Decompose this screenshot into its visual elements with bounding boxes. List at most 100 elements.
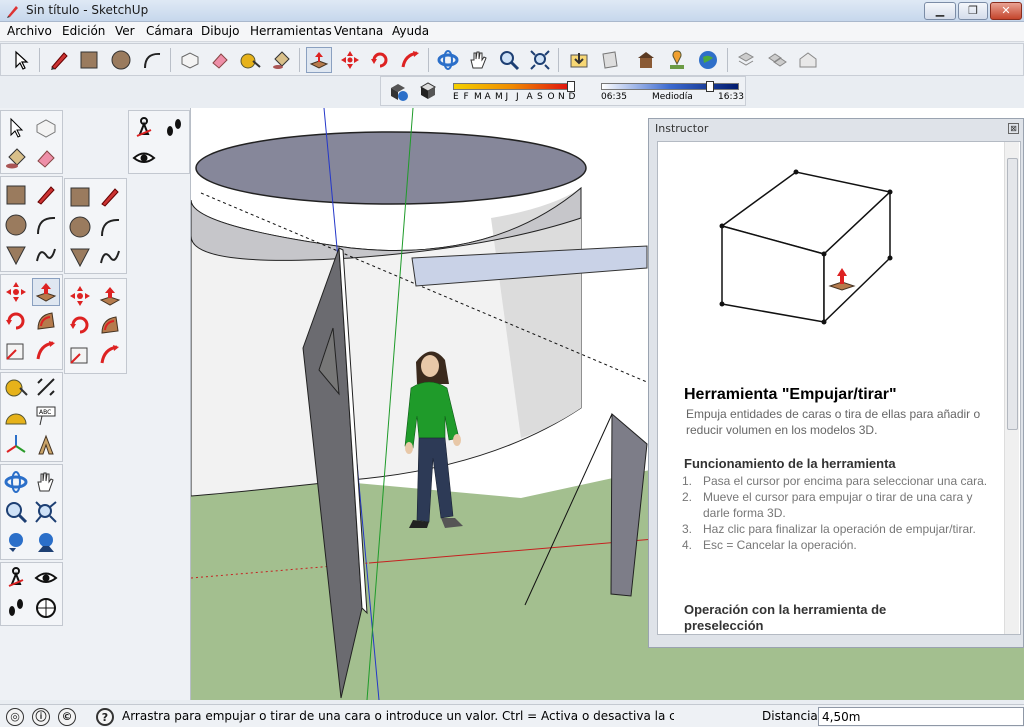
look-around-button-2[interactable] bbox=[32, 564, 60, 592]
look-around-button[interactable] bbox=[130, 144, 158, 172]
walk-tool-button-2[interactable] bbox=[2, 594, 30, 622]
add-location-button[interactable] bbox=[664, 47, 690, 73]
eraser-tool-button[interactable] bbox=[207, 47, 233, 73]
orbit-tool-button[interactable] bbox=[2, 468, 30, 496]
line-tool-button[interactable] bbox=[46, 47, 72, 73]
arc-tool-button[interactable] bbox=[32, 211, 60, 239]
components-button[interactable] bbox=[764, 47, 790, 73]
instructor-scrollbar[interactable] bbox=[1004, 142, 1019, 634]
zoom-tool-button[interactable] bbox=[2, 498, 30, 526]
zoom-extents-button[interactable] bbox=[32, 528, 60, 556]
menu-camara[interactable]: Cámara bbox=[146, 24, 193, 38]
scale-tool-button[interactable] bbox=[2, 337, 30, 365]
circle-tool-button-2[interactable] bbox=[66, 213, 94, 241]
section-plane-button[interactable] bbox=[32, 594, 60, 622]
outliner-button[interactable] bbox=[733, 47, 759, 73]
rotate-tool-button-2[interactable] bbox=[66, 311, 94, 339]
freehand-tool-button-2[interactable] bbox=[96, 243, 124, 271]
polygon-tool-button-2[interactable] bbox=[66, 243, 94, 271]
shadow-settings-button[interactable] bbox=[385, 78, 411, 104]
menu-ver[interactable]: Ver bbox=[115, 24, 135, 38]
shadows-toggle-button[interactable] bbox=[415, 78, 441, 104]
rectangle-tool-button[interactable] bbox=[76, 47, 102, 73]
minimize-button[interactable]: ▁ bbox=[924, 2, 956, 20]
time-slider-track[interactable] bbox=[601, 83, 739, 90]
rectangle-tool-button-2[interactable] bbox=[66, 183, 94, 211]
arc-tool-button-2[interactable] bbox=[96, 213, 124, 241]
scrollbar-thumb[interactable] bbox=[1007, 158, 1018, 430]
month-slider-thumb[interactable] bbox=[567, 81, 575, 92]
menu-bar: Archivo Edición Ver Cámara Dibujo Herram… bbox=[0, 22, 1024, 42]
move-tool-button[interactable] bbox=[2, 278, 30, 306]
menu-archivo[interactable]: Archivo bbox=[7, 24, 52, 38]
select-tool-button[interactable] bbox=[2, 114, 30, 142]
photo-textures-button[interactable] bbox=[633, 47, 659, 73]
tape-measure-button[interactable] bbox=[237, 47, 263, 73]
paint-bucket-button[interactable] bbox=[2, 144, 30, 172]
measurements-input[interactable] bbox=[818, 707, 1024, 726]
warehouse-button[interactable] bbox=[795, 47, 821, 73]
follow-me-button-2[interactable] bbox=[96, 341, 124, 369]
pan-tool-button[interactable] bbox=[465, 47, 491, 73]
arc-tool-button[interactable] bbox=[139, 47, 165, 73]
month-slider-track[interactable] bbox=[453, 83, 571, 90]
zoom-extents-button[interactable] bbox=[527, 47, 553, 73]
zoom-tool-button[interactable] bbox=[496, 47, 522, 73]
maximize-button[interactable]: ❐ bbox=[958, 2, 988, 20]
menu-ventana[interactable]: Ventana bbox=[334, 24, 383, 38]
preview-google-earth-button[interactable] bbox=[695, 47, 721, 73]
previous-view-button[interactable] bbox=[2, 528, 30, 556]
scale-tool-button-2[interactable] bbox=[66, 341, 94, 369]
share-model-button[interactable] bbox=[597, 47, 623, 73]
menu-ayuda[interactable]: Ayuda bbox=[392, 24, 429, 38]
position-camera-button[interactable] bbox=[130, 114, 158, 142]
pan-tool-button[interactable] bbox=[32, 468, 60, 496]
close-button[interactable]: ✕ bbox=[990, 2, 1022, 20]
dimension-tool-button[interactable] bbox=[32, 373, 60, 401]
arrow-cursor-icon bbox=[10, 117, 24, 138]
geo-location-icon[interactable]: ◎ bbox=[6, 708, 24, 726]
orbit-tool-button[interactable] bbox=[435, 47, 461, 73]
push-pull-button-2[interactable] bbox=[96, 282, 124, 310]
3d-text-button[interactable] bbox=[32, 431, 60, 459]
menu-edicion[interactable]: Edición bbox=[62, 24, 105, 38]
push-pull-button[interactable] bbox=[306, 47, 332, 73]
paint-bucket-button[interactable] bbox=[268, 47, 294, 73]
axes-tool-button[interactable] bbox=[2, 431, 30, 459]
eraser-tool-button[interactable] bbox=[32, 144, 60, 172]
protractor-button[interactable] bbox=[2, 402, 30, 430]
rotate-tool-button[interactable] bbox=[367, 47, 393, 73]
text-tool-button[interactable]: ABC bbox=[32, 402, 60, 430]
follow-me-button[interactable] bbox=[397, 47, 423, 73]
push-pull-button[interactable] bbox=[32, 278, 60, 306]
move-tool-button-2[interactable] bbox=[66, 282, 94, 310]
zoom-window-button[interactable] bbox=[32, 498, 60, 526]
rectangle-tool-button[interactable] bbox=[2, 181, 30, 209]
help-icon[interactable]: ? bbox=[96, 708, 114, 726]
freehand-tool-button[interactable] bbox=[32, 241, 60, 269]
circle-tool-button[interactable] bbox=[2, 211, 30, 239]
time-slider-thumb[interactable] bbox=[706, 81, 714, 92]
tape-measure-button[interactable] bbox=[2, 373, 30, 401]
offset-tool-button[interactable] bbox=[32, 307, 60, 335]
move-tool-button[interactable] bbox=[337, 47, 363, 73]
make-component-button[interactable] bbox=[177, 47, 203, 73]
line-tool-button[interactable] bbox=[32, 181, 60, 209]
get-models-button[interactable] bbox=[566, 47, 592, 73]
offset-tool-button-2[interactable] bbox=[96, 311, 124, 339]
circle-tool-button[interactable] bbox=[108, 47, 134, 73]
user-account-icon[interactable]: © bbox=[58, 708, 76, 726]
month-label: M bbox=[495, 92, 503, 102]
make-component-button[interactable] bbox=[32, 114, 60, 142]
rotate-tool-button[interactable] bbox=[2, 307, 30, 335]
menu-dibujo[interactable]: Dibujo bbox=[201, 24, 239, 38]
polygon-tool-button[interactable] bbox=[2, 241, 30, 269]
line-tool-button-2[interactable] bbox=[96, 183, 124, 211]
credits-icon[interactable]: ⓘ bbox=[32, 708, 50, 726]
menu-herramientas[interactable]: Herramientas bbox=[250, 24, 332, 38]
follow-me-button[interactable] bbox=[32, 337, 60, 365]
select-tool-button[interactable] bbox=[8, 47, 34, 73]
position-camera-button-2[interactable] bbox=[2, 564, 30, 592]
instructor-close-button[interactable]: ⊠ bbox=[1008, 123, 1019, 134]
walk-tool-button[interactable] bbox=[160, 114, 188, 142]
